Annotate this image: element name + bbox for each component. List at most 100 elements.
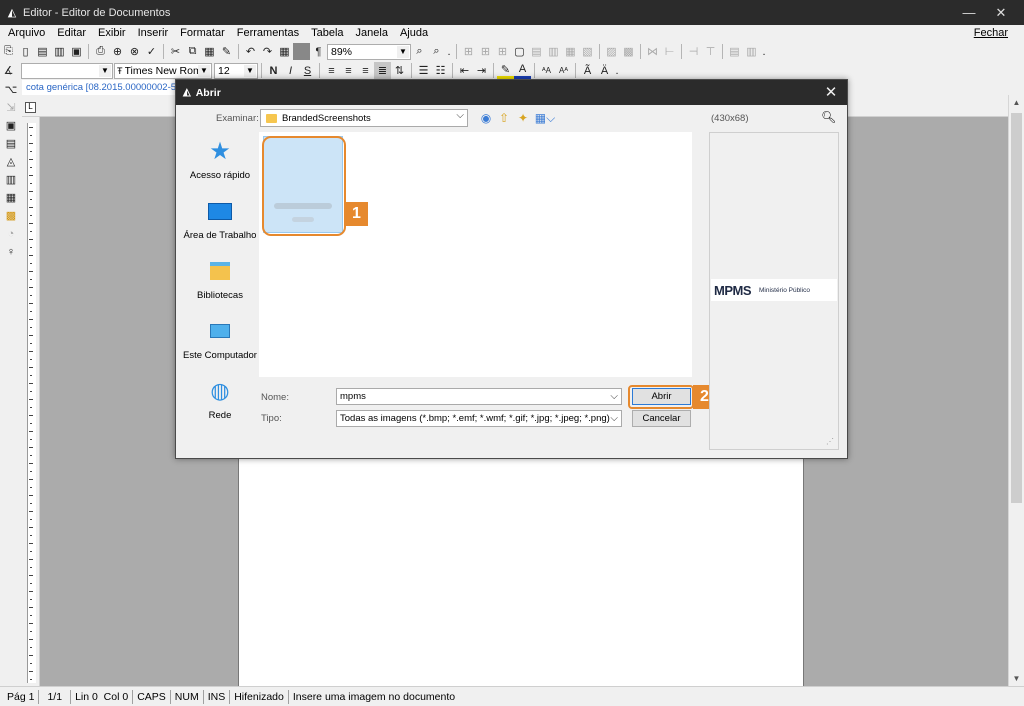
align-icon[interactable]: ⊢ [661,43,678,60]
line-spacing-icon[interactable]: ⇅ [391,62,408,79]
more-options-icon[interactable]: . [445,43,453,60]
bullets-icon[interactable]: ☰ [415,62,432,79]
view-menu-icon[interactable]: ▦⌵ [534,110,556,126]
new-folder-icon[interactable]: ✦ [515,110,531,126]
font-name-select[interactable]: Ŧ Times New Roman ▼ [114,62,212,79]
align-center-icon[interactable]: ≡ [340,62,357,79]
anchor-icon[interactable]: ⊤ [702,43,719,60]
insert-signature-icon[interactable]: ♀ [3,243,20,260]
document-tab[interactable]: cota genérica [08.2015.00000002-5] [22,80,184,95]
lookin-select[interactable]: BrandedScreenshots ⌵ [260,109,468,127]
copy-icon[interactable]: ⧉ [184,43,201,60]
paragraph-marks-icon[interactable]: ¶ [310,43,327,60]
document-page[interactable] [238,455,804,686]
italic-button[interactable]: I [282,62,299,79]
insert-chart-icon[interactable]: ◔ [3,225,20,242]
more-options-icon[interactable]: . [613,62,621,79]
underline-button[interactable]: S [299,62,316,79]
up-folder-icon[interactable]: ⇧ [496,110,512,126]
table-cols-icon[interactable]: ▥ [545,43,562,60]
align-right-icon[interactable]: ≡ [357,62,374,79]
template-icon[interactable]: ▥ [51,43,68,60]
insert-shape-icon[interactable]: ◬ [3,153,20,170]
highlight-icon[interactable]: ✎ [497,62,514,79]
resize-grip-icon[interactable]: ⋰ [826,437,836,447]
numbering-icon[interactable]: ☷ [432,62,449,79]
save-icon[interactable]: ▣ [68,43,85,60]
place-network[interactable]: ◍ Rede [181,376,259,436]
insert-field-icon[interactable]: ⌥ [3,81,20,98]
align-left-icon[interactable]: ≡ [323,62,340,79]
menu-tabela[interactable]: Tabela [305,25,349,42]
insert-link-icon[interactable]: ⇲ [3,99,20,116]
insert-note-icon[interactable]: ▩ [3,207,20,224]
tab-stop-selector[interactable]: L [25,102,36,113]
menu-ajuda[interactable]: Ajuda [394,25,434,42]
filename-input[interactable]: mpms ⌵ [336,388,622,405]
frame-props-icon[interactable]: ▥ [743,43,760,60]
table-grid-icon[interactable]: ⊞ [477,43,494,60]
justify-icon[interactable]: ≣ [374,62,391,79]
insert-text-icon[interactable]: ▥ [3,171,20,188]
print-preview-icon[interactable]: ⊕ [109,43,126,60]
scroll-up-icon[interactable]: ▲ [1009,95,1024,110]
table-split-icon[interactable]: ▧ [579,43,596,60]
table-border-icon[interactable]: ▢ [511,43,528,60]
style-select[interactable]: ▼ [21,62,113,79]
show-grid-icon[interactable] [293,43,310,60]
zoom-out-icon[interactable]: ⌕ [411,43,428,60]
font-size-select[interactable]: 12 ▼ [214,62,258,79]
scroll-down-icon[interactable]: ▼ [1009,671,1024,686]
find-icon[interactable]: ⊗ [126,43,143,60]
filetype-select[interactable]: Todas as imagens (*.bmp; *.emf; *.wmf; *… [336,410,622,427]
symbol-icon[interactable]: Ä [596,62,613,79]
insert-frame-icon[interactable]: ▦ [3,189,20,206]
new-file-icon[interactable]: ▯ [17,43,34,60]
menu-exibir[interactable]: Exibir [92,25,132,42]
distribute-icon[interactable]: ⊣ [685,43,702,60]
place-quick-access[interactable]: ★ Acesso rápido [181,136,259,196]
zoom-in-icon[interactable]: ⌕ [428,43,445,60]
connect-icon[interactable]: ⋈ [644,43,661,60]
new-document-icon[interactable]: ⎘ [0,43,17,60]
vertical-scrollbar[interactable]: ▲ ▼ [1008,95,1024,686]
insert-image-icon[interactable]: ▣ [3,117,20,134]
more-options-icon[interactable]: . [760,43,768,60]
spellcheck-icon[interactable]: ✓ [143,43,160,60]
undo-icon[interactable]: ↶ [242,43,259,60]
menu-ferramentas[interactable]: Ferramentas [231,25,305,42]
menu-arquivo[interactable]: Arquivo [0,25,51,42]
bold-button[interactable]: N [265,62,282,79]
menu-formatar[interactable]: Formatar [174,25,231,42]
decrease-indent-icon[interactable]: ⇤ [456,62,473,79]
zoom-select[interactable]: 89% ▼ [327,43,411,60]
print-icon[interactable]: ⎙ [92,43,109,60]
table-merge-icon[interactable]: ▦ [562,43,579,60]
close-document-link[interactable]: Fechar [974,25,1008,42]
table-delete-icon[interactable]: ▨ [603,43,620,60]
format-painter-icon[interactable]: ✎ [218,43,235,60]
char-map-icon[interactable]: Ã [579,62,596,79]
cancel-button[interactable]: Cancelar [632,410,691,427]
place-libraries[interactable]: Bibliotecas [181,256,259,316]
scroll-thumb[interactable] [1011,113,1022,503]
frame-icon[interactable]: ▤ [726,43,743,60]
insert-object-icon[interactable]: ▤ [3,135,20,152]
style-icon[interactable]: ∡ [0,62,17,79]
font-color-icon[interactable]: A [514,62,531,79]
close-window-icon[interactable]: ✕ [978,0,1024,25]
cut-icon[interactable]: ✂ [167,43,184,60]
redo-icon[interactable]: ↷ [259,43,276,60]
menu-editar[interactable]: Editar [51,25,92,42]
paste-icon[interactable]: ▦ [201,43,218,60]
menu-inserir[interactable]: Inserir [132,25,175,42]
preview-toggle-icon[interactable]: 🔍︎ [821,110,836,124]
table-icon[interactable]: ▦ [276,43,293,60]
increase-indent-icon[interactable]: ⇥ [473,62,490,79]
close-icon[interactable]: ✕ [821,82,841,102]
table-cells-icon[interactable]: ⊞ [494,43,511,60]
table-rows-icon[interactable]: ▤ [528,43,545,60]
superscript-icon[interactable]: ᴬA [538,62,555,79]
menu-janela[interactable]: Janela [350,25,394,42]
subscript-icon[interactable]: Aᴬ [555,62,572,79]
